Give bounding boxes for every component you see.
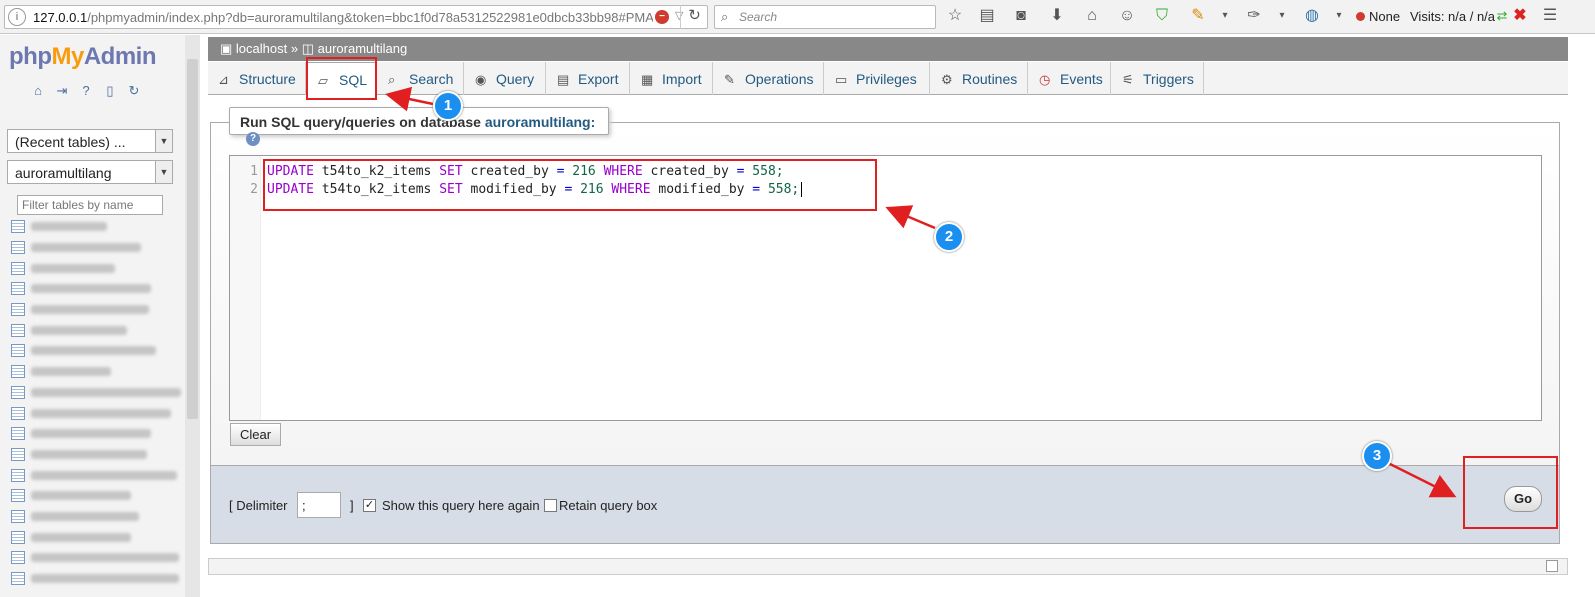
annotation-badge-3: 3 bbox=[1362, 441, 1392, 471]
annotation-badge-2: 2 bbox=[934, 222, 964, 252]
arrow-1 bbox=[385, 86, 434, 112]
arrow-3 bbox=[1387, 461, 1457, 498]
annotation-badge-1: 1 bbox=[433, 91, 463, 121]
annotation-arrows bbox=[385, 86, 1457, 498]
arrow-2 bbox=[885, 205, 936, 230]
